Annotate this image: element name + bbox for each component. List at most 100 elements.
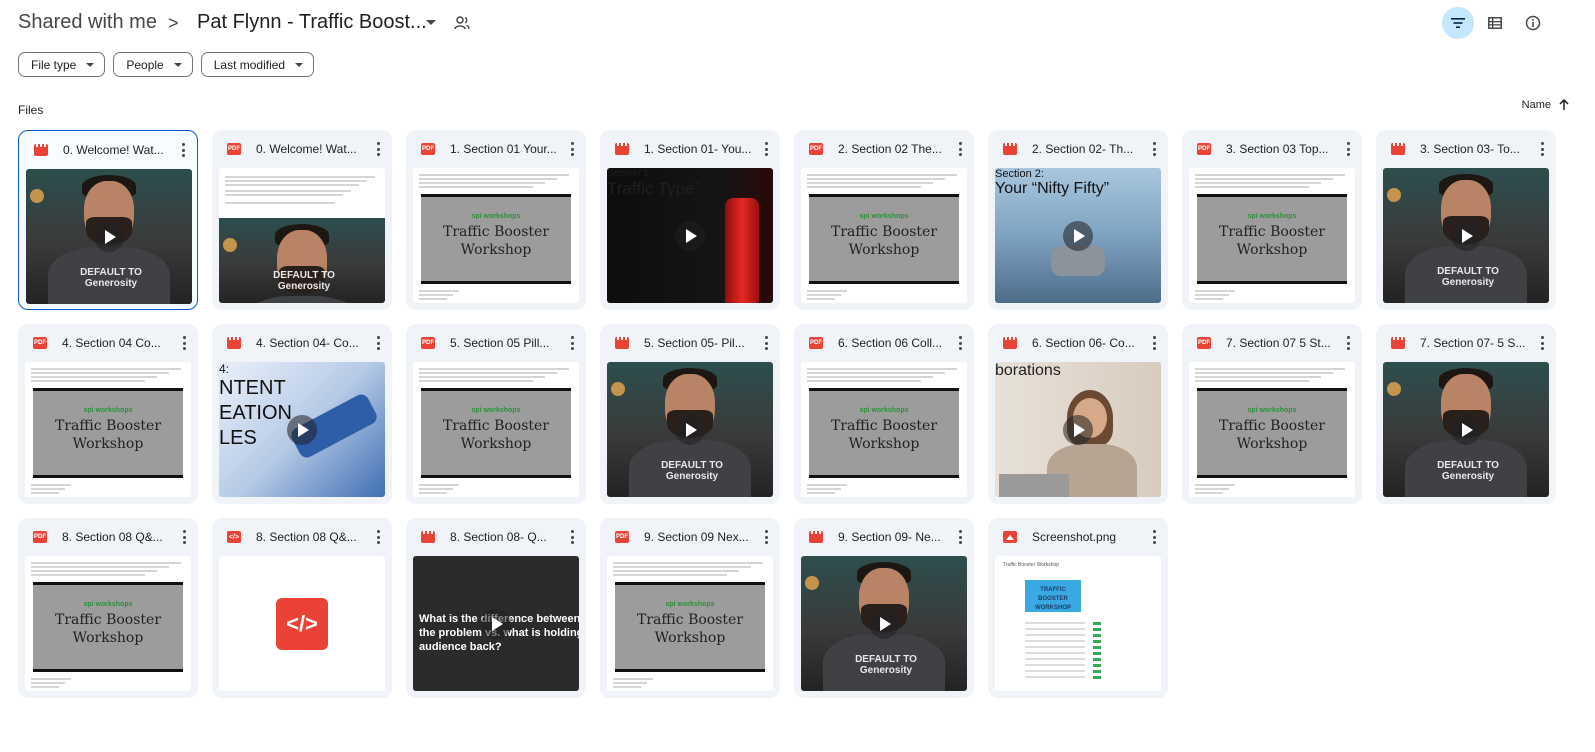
file-thumbnail[interactable]: DEFAULT TO Generosity	[801, 556, 967, 691]
sort-by-name-button[interactable]: Name	[1522, 99, 1569, 111]
file-card[interactable]: 3. Section 03- To... DEFAULT TO Generosit…	[1376, 130, 1556, 310]
file-thumbnail[interactable]: </>	[219, 556, 385, 691]
file-name[interactable]: 3. Section 03 Top...	[1226, 142, 1336, 156]
more-actions-icon[interactable]	[181, 143, 185, 157]
file-card[interactable]: 8. Section 08- Q... What is the differenc…	[406, 518, 586, 698]
file-card[interactable]: PDF 6. Section 06 Coll... spi workshops Tra…	[794, 324, 974, 504]
file-thumbnail[interactable]: spi workshops Traffic Booster Workshop	[801, 168, 967, 303]
last-modified-filter[interactable]: Last modified	[200, 52, 315, 77]
more-actions-icon[interactable]	[570, 530, 574, 544]
more-actions-icon[interactable]	[1152, 336, 1156, 350]
file-name[interactable]: 6. Section 06 Coll...	[838, 336, 948, 350]
file-name[interactable]: 8. Section 08 Q&...	[256, 530, 366, 544]
file-thumbnail[interactable]: spi workshops Traffic Booster Workshop	[1189, 362, 1355, 497]
file-name[interactable]: 7. Section 07 5 St...	[1226, 336, 1336, 350]
file-card[interactable]: PDF 3. Section 03 Top... spi workshops Traf…	[1182, 130, 1362, 310]
file-name[interactable]: 1. Section 01 Your...	[450, 142, 560, 156]
more-actions-icon[interactable]	[1346, 336, 1350, 350]
arrow-up-icon[interactable]	[1559, 99, 1569, 111]
play-icon[interactable]	[869, 608, 899, 639]
file-name[interactable]: 6. Section 06- Co...	[1032, 336, 1142, 350]
file-name[interactable]: 0. Welcome! Wat...	[256, 142, 366, 156]
play-icon[interactable]	[675, 414, 705, 445]
file-card[interactable]: PDF 9. Section 09 Nex... spi workshops Traf…	[600, 518, 780, 698]
file-thumbnail[interactable]: 4: NTENT EATION LES	[219, 362, 385, 497]
file-card[interactable]: 2. Section 02- Th... Section 2: Your “Nift…	[988, 130, 1168, 310]
breadcrumb-current-folder[interactable]: Pat Flynn - Traffic Boost...	[197, 11, 427, 34]
file-card[interactable]: PDF 8. Section 08 Q&... spi workshops Traff…	[18, 518, 198, 698]
more-actions-icon[interactable]	[376, 336, 380, 350]
more-actions-icon[interactable]	[764, 142, 768, 156]
more-actions-icon[interactable]	[958, 142, 962, 156]
more-actions-icon[interactable]	[1346, 142, 1350, 156]
file-thumbnail[interactable]: DEFAULT TO Generosity	[219, 168, 385, 303]
file-thumbnail[interactable]: Traffic Booster Workshop TRAFFIC BOOSTER …	[995, 556, 1161, 691]
file-name[interactable]: 9. Section 09- Ne...	[838, 530, 948, 544]
file-name[interactable]: 8. Section 08- Q...	[450, 530, 560, 544]
play-icon[interactable]	[1451, 414, 1481, 445]
more-actions-icon[interactable]	[1540, 142, 1544, 156]
file-thumbnail[interactable]: spi workshops Traffic Booster Workshop	[413, 168, 579, 303]
more-actions-icon[interactable]	[1152, 142, 1156, 156]
file-thumbnail[interactable]: spi workshops Traffic Booster Workshop	[25, 362, 191, 497]
file-thumbnail[interactable]: spi workshops Traffic Booster Workshop	[1189, 168, 1355, 303]
play-icon[interactable]	[1451, 220, 1481, 251]
file-card[interactable]: PDF 4. Section 04 Co... spi workshops Traff…	[18, 324, 198, 504]
file-name[interactable]: Screenshot.png	[1032, 530, 1142, 544]
file-thumbnail[interactable]: DEFAULT TO Generosity	[1383, 362, 1549, 497]
more-actions-icon[interactable]	[958, 530, 962, 544]
play-icon[interactable]	[287, 414, 317, 445]
file-name[interactable]: 0. Welcome! Wat...	[63, 143, 173, 157]
play-icon[interactable]	[94, 221, 124, 252]
more-actions-icon[interactable]	[570, 336, 574, 350]
file-name[interactable]: 4. Section 04 Co...	[62, 336, 172, 350]
list-view-button[interactable]	[1479, 7, 1511, 39]
file-card[interactable]: Screenshot.png Traffic Booster Workshop TR…	[988, 518, 1168, 698]
shared-people-icon[interactable]	[454, 15, 470, 31]
more-actions-icon[interactable]	[376, 530, 380, 544]
file-name[interactable]: 4. Section 04- Co...	[256, 336, 366, 350]
play-icon[interactable]	[1063, 220, 1093, 251]
file-card[interactable]: 5. Section 05- Pil... DEFAULT TO Generosi…	[600, 324, 780, 504]
file-name[interactable]: 1. Section 01- You...	[644, 142, 754, 156]
more-actions-icon[interactable]	[764, 336, 768, 350]
file-card[interactable]: PDF 1. Section 01 Your... spi workshops Tra…	[406, 130, 586, 310]
file-thumbnail[interactable]: DEFAULT TO Generosity	[26, 169, 192, 304]
file-name[interactable]: 2. Section 02- Th...	[1032, 142, 1142, 156]
file-thumbnail[interactable]: borations	[995, 362, 1161, 497]
file-name[interactable]: 7. Section 07- 5 S...	[1420, 336, 1530, 350]
people-filter[interactable]: People	[113, 52, 193, 77]
file-card[interactable]: 9. Section 09- Ne... DEFAULT TO Generosit…	[794, 518, 974, 698]
file-card[interactable]: 6. Section 06- Co... borations	[988, 324, 1168, 504]
file-card[interactable]: 1. Section 01- You... Section 1: Traffic T…	[600, 130, 780, 310]
file-thumbnail[interactable]: DEFAULT TO Generosity	[1383, 168, 1549, 303]
file-thumbnail[interactable]: DEFAULT TO Generosity	[607, 362, 773, 497]
play-icon[interactable]	[675, 220, 705, 251]
file-card[interactable]: PDF 2. Section 02 The... spi workshops Traf…	[794, 130, 974, 310]
more-actions-icon[interactable]	[376, 142, 380, 156]
file-thumbnail[interactable]: What is the difference between the probl…	[413, 556, 579, 691]
file-thumbnail[interactable]: Section 1: Traffic Type”	[607, 168, 773, 303]
file-thumbnail[interactable]: spi workshops Traffic Booster Workshop	[25, 556, 191, 691]
file-card[interactable]: PDF 5. Section 05 Pill... spi workshops Tra…	[406, 324, 586, 504]
file-name[interactable]: 8. Section 08 Q&...	[62, 530, 172, 544]
file-card[interactable]: </> 8. Section 08 Q&... </>	[212, 518, 392, 698]
file-card[interactable]: 7. Section 07- 5 S... DEFAULT TO Generosi…	[1376, 324, 1556, 504]
filter-button[interactable]	[1442, 7, 1474, 39]
file-card[interactable]: PDF 7. Section 07 5 St... spi workshops Tra…	[1182, 324, 1362, 504]
more-actions-icon[interactable]	[1540, 336, 1544, 350]
play-icon[interactable]	[1063, 414, 1093, 445]
file-name[interactable]: 9. Section 09 Nex...	[644, 530, 754, 544]
play-icon[interactable]	[481, 608, 511, 639]
file-thumbnail[interactable]: spi workshops Traffic Booster Workshop	[413, 362, 579, 497]
file-type-filter[interactable]: File type	[18, 52, 106, 77]
breadcrumb-root[interactable]: Shared with me	[18, 11, 157, 34]
folder-menu-chevron-down-icon[interactable]	[426, 20, 436, 25]
file-thumbnail[interactable]: spi workshops Traffic Booster Workshop	[607, 556, 773, 691]
details-button[interactable]	[1517, 7, 1549, 39]
file-name[interactable]: 2. Section 02 The...	[838, 142, 948, 156]
more-actions-icon[interactable]	[182, 530, 186, 544]
more-actions-icon[interactable]	[182, 336, 186, 350]
file-card[interactable]: 4. Section 04- Co... 4: NTENT EATION LES	[212, 324, 392, 504]
file-name[interactable]: 5. Section 05- Pil...	[644, 336, 754, 350]
